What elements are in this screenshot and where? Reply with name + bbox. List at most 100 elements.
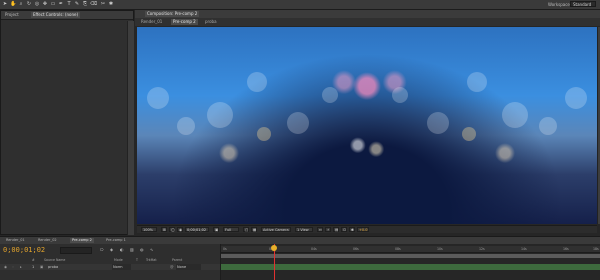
hide-shy-layers-icon[interactable]: ◐ [120, 247, 124, 252]
tab-project[interactable]: Project [3, 12, 21, 18]
fast-preview-icon[interactable]: ⚡ [325, 227, 331, 232]
viewer-controls: 100% ⊞ ◯ ◉ 0;00;01;02 ▣ Full ▢ ▦ Active … [137, 225, 597, 233]
bokeh-circle [322, 87, 338, 103]
flowchart-icon[interactable]: ⎔ [341, 227, 347, 232]
tab-composition[interactable]: Composition: Pre-comp 2 [145, 11, 200, 17]
work-area-bar[interactable] [221, 254, 600, 258]
col-header-t: T [136, 258, 138, 262]
composition-viewer[interactable] [137, 27, 597, 224]
col-header-parent: Parent [172, 258, 183, 262]
composition-breadcrumb: Render_01 Pre-comp 2 proba [135, 18, 600, 26]
toggle-pixel-aspect-icon[interactable]: ⇔ [317, 227, 323, 232]
brush-tool-icon[interactable]: ✎ [74, 1, 80, 7]
ruler-tick: 06s [353, 247, 359, 251]
resolution-select[interactable]: Full [223, 227, 239, 232]
snapshot-icon[interactable]: ◉ [177, 227, 183, 232]
bokeh-circle [257, 127, 271, 141]
roto-tool-icon[interactable]: ✂ [100, 1, 106, 7]
layer-number: 1 [32, 265, 35, 269]
ruler-tick: 16s [563, 247, 569, 251]
rotate-tool-icon[interactable]: ↻ [26, 1, 32, 7]
col-header-mode: Mode [114, 258, 123, 262]
clone-tool-icon[interactable]: ⎘ [82, 1, 88, 7]
pan-tool-icon[interactable]: ✥ [42, 1, 48, 7]
time-ruler[interactable]: 0s 02s 04s 06s 08s 10s 12s 14s 16s 18s [221, 246, 600, 253]
camera-select[interactable]: Active Camera [261, 227, 291, 232]
grid-toggle-icon[interactable]: ⊞ [161, 227, 167, 232]
tab-pre-comp-2[interactable]: Pre-comp 2 [70, 238, 94, 243]
current-time-display[interactable]: 0;00;01;02 [185, 227, 209, 232]
camera-tool-icon[interactable]: ◎ [34, 1, 40, 7]
layer-duration-bar[interactable] [221, 264, 600, 270]
left-panel-scrollbar[interactable] [127, 21, 134, 235]
ruler-tick: 14s [521, 247, 527, 251]
parent-pickwhip-icon[interactable]: @ [170, 264, 174, 270]
tab-pre-comp-1[interactable]: Pre-comp 1 [104, 238, 128, 243]
select-tool-icon[interactable]: ➤ [2, 1, 8, 7]
col-header-number: # [32, 258, 35, 262]
breadcrumb-render-01[interactable]: Render_01 [139, 19, 164, 25]
tools-toolbar: ➤ ✋ ⌕ ↻ ◎ ✥ ▭ ✒ T ✎ ⎘ ⌫ ✂ ✱ Workspace: S… [0, 0, 600, 10]
reset-exposure-icon[interactable]: ✱ [349, 227, 355, 232]
mask-visibility-icon[interactable]: ◯ [169, 227, 175, 232]
region-of-interest-icon[interactable]: ▢ [243, 227, 249, 232]
visibility-eye-icon[interactable]: ◉ [4, 264, 7, 270]
eraser-tool-icon[interactable]: ⌫ [90, 1, 97, 7]
ruler-tick: 04s [311, 247, 317, 251]
workspace-select[interactable]: Standard [570, 1, 596, 7]
text-tool-icon[interactable]: T [66, 1, 72, 7]
timeline-panel: Render_01 Render_02 Pre-comp 2 Pre-comp … [0, 236, 600, 280]
bokeh-circle [207, 102, 233, 128]
zoom-select[interactable]: 100% [141, 227, 157, 232]
layer-mode-select[interactable]: Norm [112, 264, 131, 270]
left-panel-tabbar: Project Effect Controls: (none) [1, 11, 133, 20]
ruler-tick: 0s [223, 247, 227, 251]
camera-snapshot-icon[interactable]: ▣ [213, 227, 219, 232]
mask-tool-icon[interactable]: ▭ [50, 1, 56, 7]
breadcrumb-pre-comp-2[interactable]: Pre-comp 2 [171, 19, 198, 25]
bokeh-circle [177, 117, 195, 135]
layer-parent-select[interactable]: None [176, 264, 201, 270]
workspace-label: Workspace: [548, 2, 572, 7]
graph-editor-icon[interactable]: ∿ [150, 247, 153, 252]
tab-render-02[interactable]: Render_02 [36, 238, 59, 243]
playhead-marker[interactable] [271, 245, 277, 251]
timeline-timecode[interactable]: 0;00;01;02 [3, 246, 45, 254]
ruler-tick: 08s [395, 247, 401, 251]
pen-tool-icon[interactable]: ✒ [58, 1, 64, 7]
views-select[interactable]: 1 View [295, 227, 313, 232]
comp-mini-flowchart-icon[interactable]: ⎔ [100, 247, 104, 252]
bokeh-circle [467, 72, 487, 92]
audio-toggle-icon[interactable]: ◦ [12, 264, 14, 270]
timeline-track-area[interactable]: 0s 02s 04s 06s 08s 10s 12s 14s 16s 18s [221, 244, 600, 280]
tab-render-01[interactable]: Render_01 [4, 238, 27, 243]
ruler-tick: 12s [479, 247, 485, 251]
timeline-layer-panel: 0;00;01;02 ⎔ ◈ ◐ ▥ ◍ ∿ # Source Name Mod… [0, 244, 221, 280]
ruler-tick: 10s [437, 247, 443, 251]
bokeh-circle [287, 112, 309, 134]
layer-row[interactable]: ◉ ◦ ▸ 1 ▣ proba Norm @ None [0, 264, 220, 270]
project-panel: Project Effect Controls: (none) [0, 10, 134, 235]
bokeh-circle [565, 87, 587, 109]
transparency-grid-icon[interactable]: ▦ [251, 227, 257, 232]
puppet-tool-icon[interactable]: ✱ [108, 1, 114, 7]
tab-effect-controls[interactable]: Effect Controls: (none) [31, 12, 81, 18]
motion-blur-icon[interactable]: ◍ [140, 247, 144, 252]
expand-layer-icon[interactable]: ▸ [20, 264, 22, 270]
col-header-trkmat: TrkMat [146, 258, 157, 262]
breadcrumb-proba[interactable]: proba [203, 19, 219, 25]
bokeh-circle [392, 87, 408, 103]
timeline-icon[interactable]: ▤ [333, 227, 339, 232]
hand-tool-icon[interactable]: ✋ [10, 1, 16, 7]
bokeh-circle [247, 72, 267, 92]
frame-blending-icon[interactable]: ▥ [130, 247, 134, 252]
ruler-tick: 18s [593, 247, 599, 251]
bokeh-circle [462, 127, 476, 141]
bokeh-circle [539, 117, 557, 135]
layer-name[interactable]: proba [48, 264, 58, 270]
timeline-search-input[interactable] [60, 247, 92, 254]
exposure-value[interactable]: +0.0 [357, 227, 369, 232]
draft-3d-icon[interactable]: ◈ [110, 247, 113, 252]
zoom-tool-icon[interactable]: ⌕ [18, 1, 24, 7]
col-header-source-name: Source Name [44, 258, 66, 262]
